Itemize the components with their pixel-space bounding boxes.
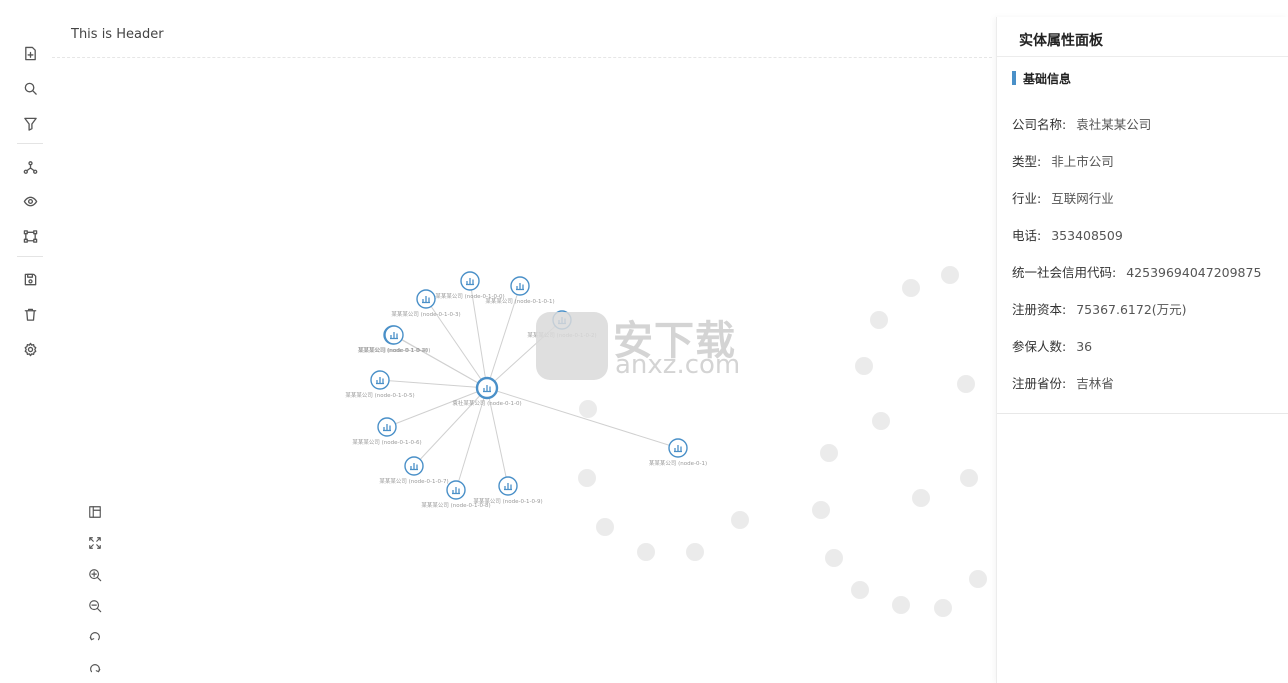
graph-svg[interactable]: 某某某公司 (node-0-1-0-0)某某某公司 (node-0-1-0-1)… — [52, 58, 994, 683]
graph-canvas[interactable]: 某某某公司 (node-0-1-0-0) 某某某公司 (node-0-1-0-1)… — [52, 58, 994, 683]
node-label: 某某某公司 (node-0-1) — [649, 460, 707, 467]
attr-label: 注册省份: — [1012, 376, 1067, 391]
panel-divider — [997, 56, 1288, 57]
network-icon[interactable] — [20, 157, 40, 177]
attr-registered-capital: 注册资本: 75367.6172(万元) — [1012, 299, 1187, 318]
ghost-node — [912, 489, 930, 507]
toolbar-divider — [17, 256, 43, 257]
zoom-out-icon[interactable] — [84, 595, 106, 617]
ghost-node — [960, 469, 978, 487]
search-icon[interactable] — [20, 78, 40, 98]
graph-node[interactable]: 某某某公司 (node-0-1-0-1) — [485, 276, 555, 305]
attr-label: 注册资本: — [1012, 302, 1067, 317]
ghost-node — [596, 518, 614, 536]
graph-edge — [379, 379, 488, 389]
attr-label: 参保人数: — [1012, 339, 1067, 354]
ghost-node — [731, 511, 749, 529]
attr-value: 75367.6172(万元) — [1076, 302, 1187, 317]
attr-value: 非上市公司 — [1051, 154, 1114, 169]
graph-edge — [413, 387, 488, 467]
attr-value: 353408509 — [1051, 228, 1123, 243]
attr-label: 电话: — [1012, 228, 1042, 243]
attr-credit-code: 统一社会信用代码: 42539694047209875 — [1012, 262, 1261, 281]
node-label: 某某某公司 (node-0-1-0-9) — [473, 498, 542, 505]
attr-value: 袁社某某公司 — [1076, 117, 1152, 132]
ghost-node — [892, 596, 910, 614]
attr-type: 类型: 非上市公司 — [1012, 151, 1114, 170]
redo-icon[interactable] — [84, 658, 106, 680]
minimap-icon[interactable] — [84, 501, 106, 523]
graph-node[interactable]: 某某某公司 (node-0-1-0-5) — [345, 370, 415, 399]
entity-properties-panel: 实体属性面板 基础信息 公司名称: 袁社某某公司 类型: 非上市公司 行业: 互联网行… — [996, 17, 1288, 683]
panel-bottom-divider — [997, 413, 1288, 414]
attr-value: 互联网行业 — [1051, 191, 1114, 206]
attr-label: 类型: — [1012, 154, 1042, 169]
node-label: 某某某公司 (node-0-1-0-6) — [352, 439, 421, 446]
ghost-node — [855, 357, 873, 375]
page-header: This is Header — [71, 27, 164, 42]
ghost-node — [812, 501, 830, 519]
gear-icon[interactable] — [20, 339, 40, 359]
trash-icon[interactable] — [20, 304, 40, 324]
node-label: 袁社某某公司 (node-0-1-0) — [452, 399, 521, 407]
section-title: 基础信息 — [1023, 72, 1072, 86]
graph-node[interactable]: 某某某公司 (node-0-1-0-10) — [358, 325, 431, 354]
attr-insured-count: 参保人数: 36 — [1012, 336, 1092, 355]
graph-node[interactable]: 某某某公司 (node-0-1-0-9) — [473, 476, 543, 505]
graph-edge — [486, 387, 679, 449]
attr-value: 36 — [1076, 339, 1093, 354]
ghost-node — [969, 570, 987, 588]
watermark-domain: anxz.com — [615, 350, 741, 380]
ghost-node — [851, 581, 869, 599]
panel-title: 实体属性面板 — [1019, 33, 1103, 49]
graph-node[interactable]: 某某某公司 (node-0-1-0-7) — [379, 456, 449, 485]
graph-node-center[interactable]: 袁社某某公司 (node-0-1-0) — [452, 376, 522, 407]
attr-label: 统一社会信用代码: — [1012, 265, 1117, 280]
graph-node[interactable]: 某某某公司 (node-0-1-0-6) — [352, 417, 422, 446]
ghost-node — [902, 279, 920, 297]
attr-label: 行业: — [1012, 191, 1042, 206]
new-file-icon[interactable] — [20, 43, 40, 63]
ghost-node — [941, 266, 959, 284]
attr-company-name: 公司名称: 袁社某某公司 — [1012, 114, 1151, 133]
ghost-node — [825, 549, 843, 567]
attr-value: 吉林省 — [1076, 376, 1114, 391]
ghost-node — [872, 412, 890, 430]
ghost-node — [957, 375, 975, 393]
ghost-node — [637, 543, 655, 561]
fit-view-icon[interactable] — [84, 532, 106, 554]
canvas-tools — [84, 500, 106, 680]
attr-industry: 行业: 互联网行业 — [1012, 188, 1114, 207]
ghost-node — [820, 444, 838, 462]
node-label: 某某某公司 (node-0-1-0-7) — [379, 478, 448, 485]
attr-phone: 电话: 353408509 — [1012, 225, 1123, 244]
toolbar-divider — [17, 143, 43, 144]
graph-node[interactable]: 某某某公司 (node-0-1) — [649, 438, 707, 467]
ghost-node — [578, 469, 596, 487]
ghost-node — [686, 543, 704, 561]
filter-icon[interactable] — [20, 113, 40, 133]
undo-icon[interactable] — [84, 626, 106, 648]
watermark-logo — [536, 312, 608, 380]
attr-value: 42539694047209875 — [1126, 265, 1262, 280]
graph-node[interactable]: 某某某公司 (node-0-1-0-0) — [435, 271, 505, 300]
ghost-node — [934, 599, 952, 617]
graph-edge — [393, 334, 488, 389]
ghost-node — [870, 311, 888, 329]
eye-icon[interactable] — [20, 191, 40, 211]
attr-label: 公司名称: — [1012, 117, 1067, 132]
node-label: 某某某公司 (node-0-1-0-5) — [345, 392, 414, 399]
node-label: 某某某公司 (node-0-1-0-1) — [485, 298, 554, 305]
node-label: 某某某公司 (node-0-1-0-10) — [358, 347, 431, 354]
node-label: 某某某公司 (node-0-1-0-3) — [391, 311, 460, 318]
ghost-node — [579, 400, 597, 418]
save-icon[interactable] — [20, 269, 40, 289]
attr-province: 注册省份: 吉林省 — [1012, 373, 1114, 392]
section-accent-bar — [1012, 71, 1016, 85]
select-box-icon[interactable] — [20, 226, 40, 246]
zoom-in-icon[interactable] — [84, 564, 106, 586]
left-toolbar — [0, 0, 60, 683]
